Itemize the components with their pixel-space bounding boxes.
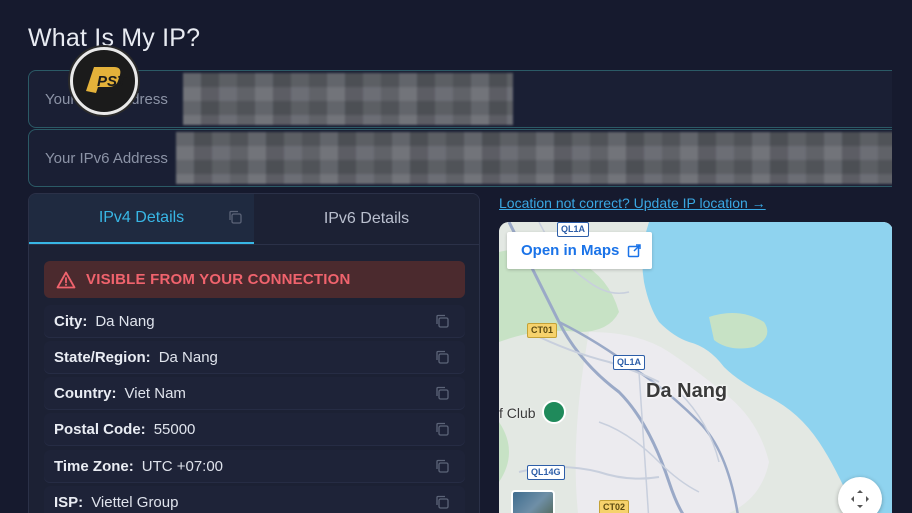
detail-row-time-zone: Time Zone: UTC +07:00 <box>44 450 465 482</box>
logo-text: PST <box>97 73 128 90</box>
map-layer-thumbnail[interactable] <box>511 490 555 513</box>
copy-icon[interactable] <box>435 422 449 440</box>
tab-ipv4-label: IPv4 Details <box>98 209 185 226</box>
ipv6-label: Your IPv6 Address <box>45 149 168 167</box>
detail-value: Viettel Group <box>91 493 179 511</box>
road-badge: QL14G <box>527 465 565 480</box>
detail-value: 55000 <box>153 420 196 438</box>
open-in-maps-button[interactable]: Open in Maps <box>507 232 652 269</box>
copy-icon[interactable] <box>435 459 449 477</box>
copy-icon[interactable] <box>435 495 449 513</box>
golf-pin-icon[interactable] <box>542 400 566 424</box>
detail-row-state: State/Region: Da Nang <box>44 341 465 373</box>
detail-row-city: City: Da Nang <box>44 305 465 337</box>
tab-ipv6-label: IPv6 Details <box>323 210 410 227</box>
detail-row-isp: ISP: Viettel Group <box>44 486 465 513</box>
update-location-link[interactable]: Location not correct? Update IP location… <box>499 195 766 211</box>
open-in-maps-label: Open in Maps <box>521 242 620 259</box>
fullscreen-button[interactable] <box>838 477 882 513</box>
detail-key: Time Zone: <box>54 457 134 475</box>
ipv4-redacted-value <box>183 73 513 125</box>
road-badge: CT01 <box>527 323 558 338</box>
detail-key: Postal Code: <box>54 420 146 438</box>
warning-icon <box>56 271 76 288</box>
map-city-label: Da Nang <box>646 380 728 402</box>
external-link-icon <box>628 243 642 257</box>
road-badge: CT02 <box>599 500 630 513</box>
copy-icon[interactable] <box>435 386 449 404</box>
tab-ipv4-details[interactable]: IPv4 Details <box>29 194 254 244</box>
ipv6-address-field[interactable]: Your IPv6 Address <box>28 129 912 187</box>
copy-icon[interactable] <box>435 350 449 368</box>
location-map[interactable]: Open in Maps QL1A CT01 QL1A QL14G CT02 D… <box>499 222 893 513</box>
road-badge: QL1A <box>557 222 590 237</box>
detail-key: ISP: <box>54 493 84 511</box>
details-tabs: IPv4 Details IPv6 Details <box>29 194 479 245</box>
right-gutter <box>892 0 912 513</box>
copy-icon[interactable] <box>228 210 242 229</box>
site-logo: PST <box>70 47 138 115</box>
road-badge: QL1A <box>613 355 646 370</box>
detail-key: State/Region: <box>54 348 151 366</box>
visibility-warning: VISIBLE FROM YOUR CONNECTION <box>44 261 465 298</box>
detail-row-country: Country: Viet Nam <box>44 377 465 409</box>
warning-text: VISIBLE FROM YOUR CONNECTION <box>86 271 351 288</box>
detail-key: City: <box>54 312 88 330</box>
detail-value: Da Nang <box>95 312 155 330</box>
copy-icon[interactable] <box>435 314 449 332</box>
detail-value: Da Nang <box>158 348 218 366</box>
detail-value: UTC +07:00 <box>141 457 224 475</box>
detail-row-postal-code: Postal Code: 55000 <box>44 413 465 445</box>
ipv6-redacted-value <box>176 132 911 184</box>
move-arrows-icon <box>851 490 869 508</box>
ip-details-card: IPv4 Details IPv6 Details VISIBLE FROM Y… <box>28 193 480 513</box>
tab-ipv6-details[interactable]: IPv6 Details <box>254 194 479 244</box>
detail-key: Country: <box>54 384 117 402</box>
map-poi-label: f Club <box>499 405 536 421</box>
ipv4-address-field[interactable]: Your IPv4 Address <box>28 70 912 128</box>
detail-value: Viet Nam <box>124 384 186 402</box>
